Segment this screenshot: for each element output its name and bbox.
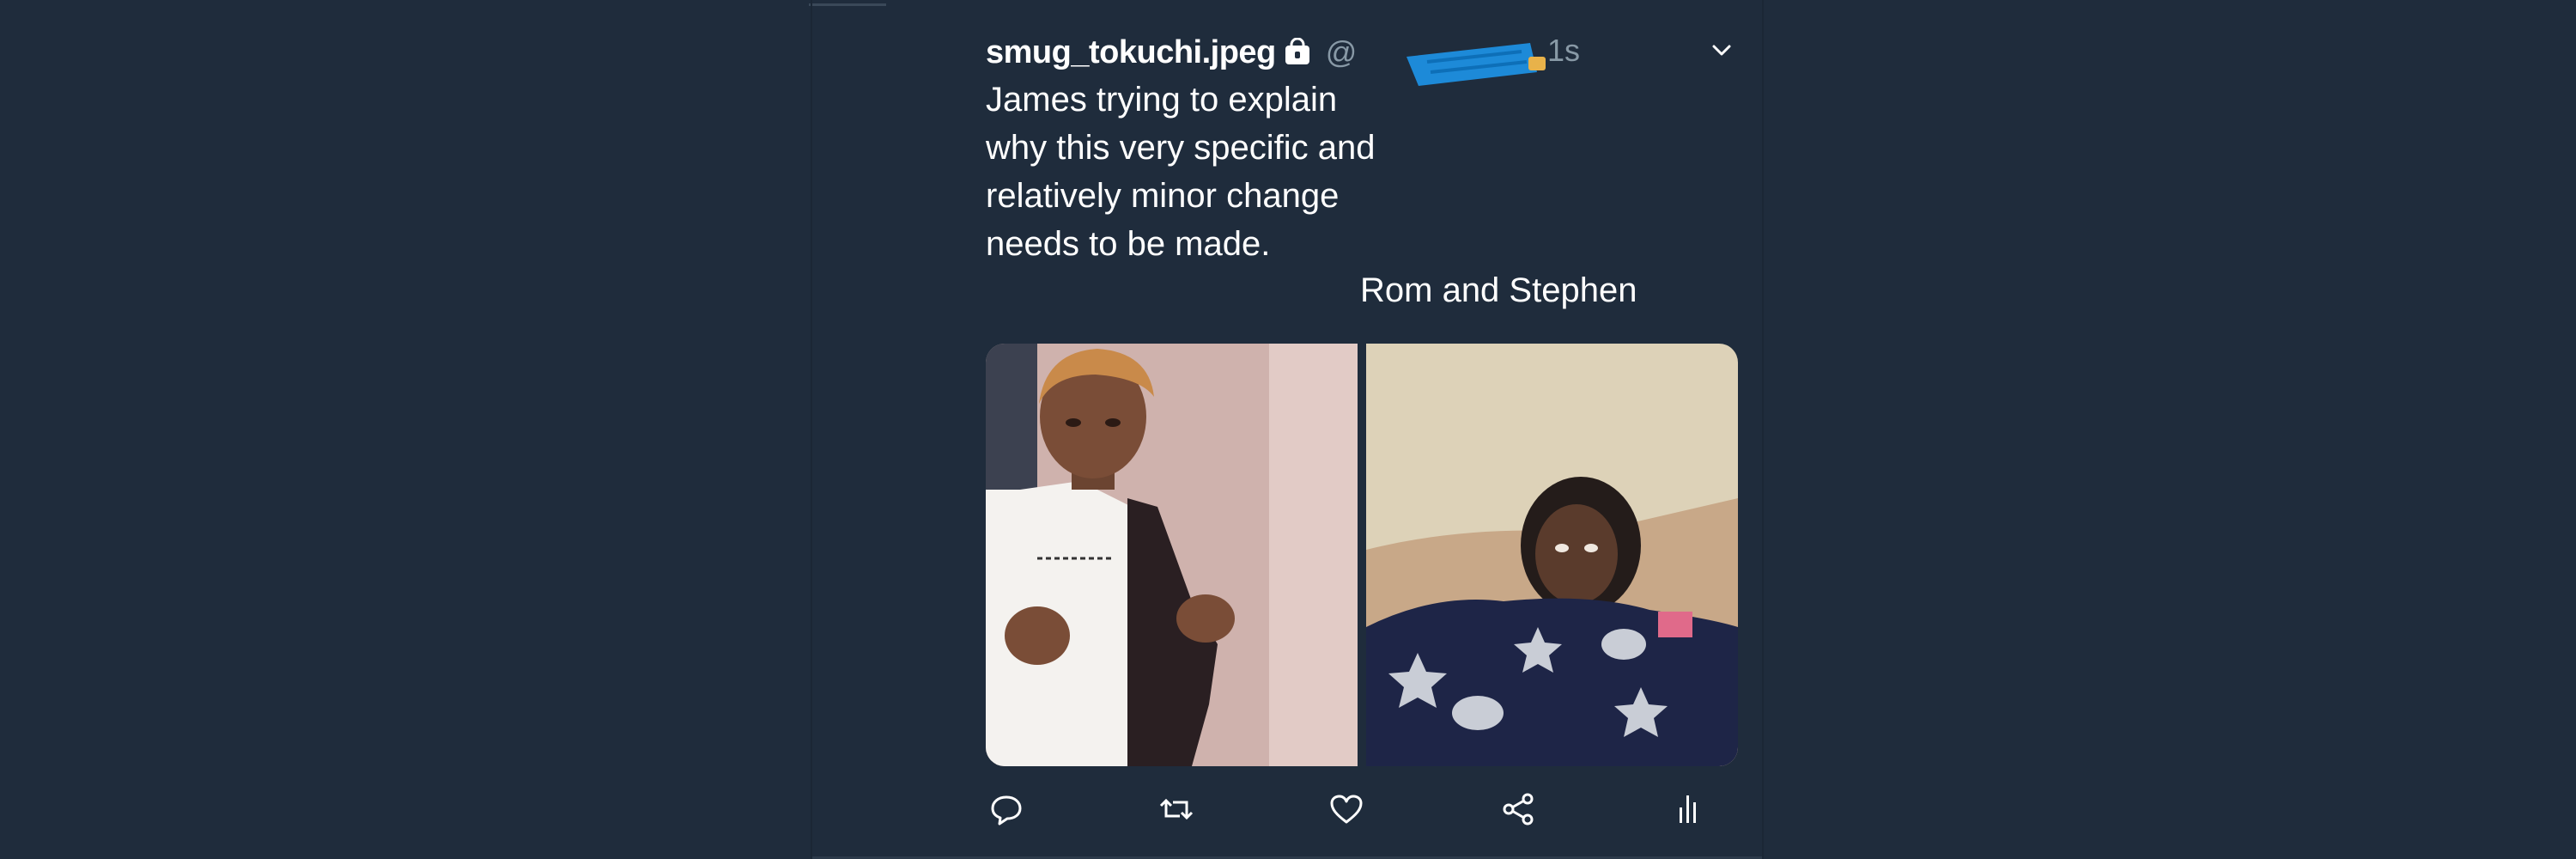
media-photo-right[interactable] <box>1366 344 1738 766</box>
divider-top <box>809 3 886 6</box>
tweet-header: smug_tokuchi.jpeg @ <box>986 31 1357 74</box>
tweet-caption-right: Rom and Stephen <box>1360 271 1637 309</box>
tweet-action-bar <box>987 790 1709 838</box>
tweet-timestamp[interactable]: 1s <box>1547 33 1580 69</box>
heart-icon[interactable] <box>1327 790 1365 828</box>
tweet-caption-left: James trying to explain why this very sp… <box>986 81 1376 263</box>
handle-redaction-scribble <box>1401 38 1547 89</box>
user-handle[interactable]: @ <box>1326 34 1358 70</box>
retweet-icon[interactable] <box>1157 790 1195 828</box>
chevron-down-icon[interactable] <box>1709 40 1735 60</box>
column-border-left <box>811 0 812 859</box>
analytics-icon[interactable] <box>1669 790 1707 828</box>
media-photo-left[interactable] <box>986 344 1358 766</box>
screenshot-page: smug_tokuchi.jpeg @ 1s James trying to e… <box>0 0 2576 859</box>
display-name[interactable]: smug_tokuchi.jpeg <box>986 34 1276 71</box>
lock-icon <box>1283 37 1312 67</box>
reply-icon[interactable] <box>987 790 1025 828</box>
share-icon[interactable] <box>1499 790 1537 828</box>
tweet-media-grid[interactable] <box>986 344 1738 766</box>
column-border-right <box>1762 0 1764 859</box>
